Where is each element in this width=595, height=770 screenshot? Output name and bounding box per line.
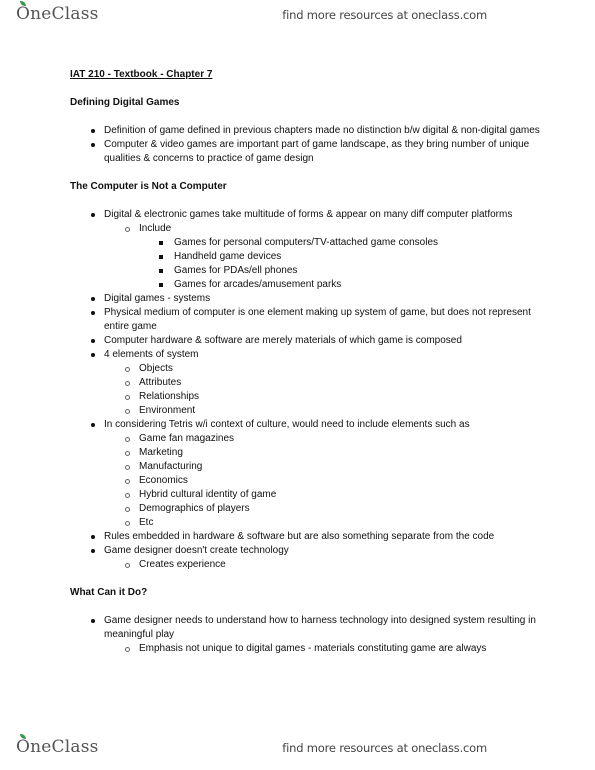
list-item: Computer & video games are important par… (70, 138, 540, 166)
list-item-text: Game designer doesn't create technology (104, 545, 289, 556)
list-item: In considering Tetris w/i context of cul… (70, 418, 540, 530)
sub-list: Objects Attributes Relationships Environ… (70, 362, 540, 418)
sub-list-item: Demographics of players (70, 502, 540, 516)
list-item: Game designer doesn't create technology … (70, 544, 540, 572)
sub-list: Include Games for personal computers/TV-… (70, 222, 540, 292)
sub-list-item: Include Games for personal computers/TV-… (70, 222, 540, 292)
section-heading: Defining Digital Games (70, 97, 180, 108)
sub-list-item: Game fan magazines (70, 432, 540, 446)
bullet-list: Digital & electronic games take multitud… (70, 208, 540, 572)
list-item: Game designer needs to understand how to… (70, 614, 540, 656)
section-heading: The Computer is Not a Computer (70, 181, 227, 192)
sub-list-item: Objects (70, 362, 540, 376)
sub-list: Emphasis not unique to digital games - m… (70, 642, 540, 656)
sub-list: Game fan magazines Marketing Manufacturi… (70, 432, 540, 530)
list-item: Digital & electronic games take multitud… (70, 208, 540, 292)
section-heading: What Can it Do? (70, 587, 148, 598)
sub-list-item: Attributes (70, 376, 540, 390)
bullet-list: Definition of game defined in previous c… (70, 124, 540, 166)
sub-sub-list-item: Games for PDAs/ell phones (70, 264, 540, 278)
sub-list-item: Marketing (70, 446, 540, 460)
list-item: Computer hardware & software are merely … (70, 334, 540, 348)
sub-list-item: Creates experience (70, 558, 540, 572)
sub-sub-list-item: Games for personal computers/TV-attached… (70, 236, 540, 250)
logo-text: OneClass (16, 737, 99, 757)
document-body: IAT 210 - Textbook - Chapter 7 Defining … (70, 68, 540, 670)
footer-tagline-link[interactable]: find more resources at oneclass.com (282, 741, 487, 755)
list-item-text: 4 elements of system (104, 349, 199, 360)
list-item-text: Digital & electronic games take multitud… (104, 209, 513, 220)
list-item: Rules embedded in hardware & software bu… (70, 530, 540, 544)
list-item: Definition of game defined in previous c… (70, 124, 540, 138)
footer-bar: OneClass find more resources at oneclass… (0, 733, 595, 763)
header-bar: OneClass find more resources at oneclass… (0, 0, 595, 30)
list-item-text: Game designer needs to understand how to… (104, 615, 536, 640)
sub-sub-list: Games for personal computers/TV-attached… (70, 236, 540, 292)
sub-list-item: Emphasis not unique to digital games - m… (70, 642, 540, 656)
document-title: IAT 210 - Textbook - Chapter 7 (70, 69, 213, 80)
list-item: 4 elements of system Objects Attributes … (70, 348, 540, 418)
list-item: Digital games - systems (70, 292, 540, 306)
list-item-text: Include (139, 223, 172, 234)
sub-sub-list-item: Games for arcades/amusement parks (70, 278, 540, 292)
header-tagline-link[interactable]: find more resources at oneclass.com (282, 8, 487, 22)
sub-list-item: Manufacturing (70, 460, 540, 474)
list-item: Physical medium of computer is one eleme… (70, 306, 540, 334)
oneclass-logo[interactable]: OneClass (16, 1, 99, 24)
sub-list-item: Economics (70, 474, 540, 488)
oneclass-logo[interactable]: OneClass (16, 734, 99, 757)
bullet-list: Game designer needs to understand how to… (70, 614, 540, 656)
sub-list-item: Etc (70, 516, 540, 530)
sub-list: Creates experience (70, 558, 540, 572)
sub-list-item: Environment (70, 404, 540, 418)
sub-list-item: Relationships (70, 390, 540, 404)
list-item-text: In considering Tetris w/i context of cul… (104, 419, 470, 430)
logo-text: OneClass (16, 4, 99, 24)
sub-sub-list-item: Handheld game devices (70, 250, 540, 264)
sub-list-item: Hybrid cultural identity of game (70, 488, 540, 502)
